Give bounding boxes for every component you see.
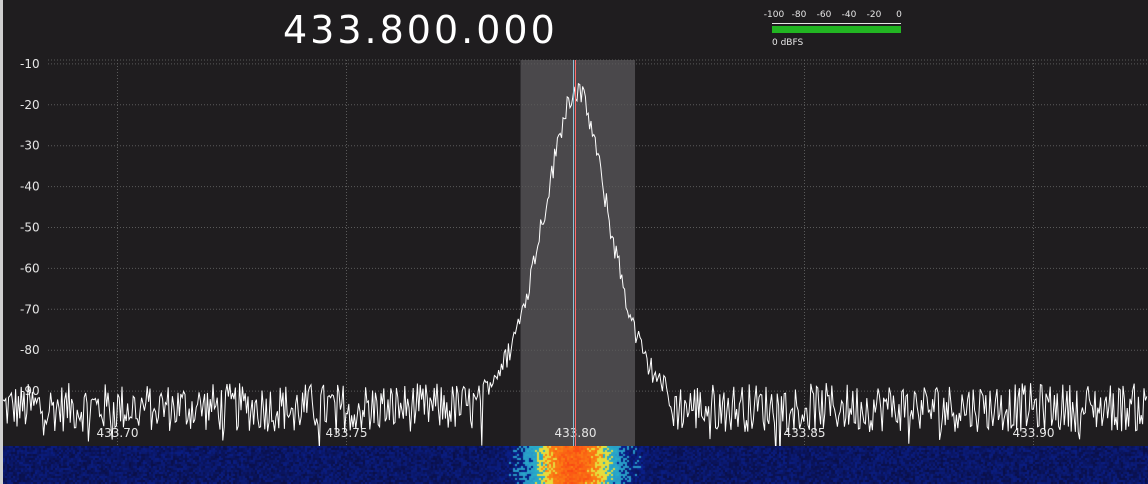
y-tick-label: -80 — [20, 343, 40, 357]
y-tick-label: -20 — [20, 98, 40, 112]
y-tick-label: -50 — [20, 221, 40, 235]
x-tick-label: 433.70 — [97, 426, 139, 440]
x-tick-label: 433.90 — [1013, 426, 1055, 440]
passband-filter-region — [520, 60, 636, 446]
y-tick-label: -30 — [20, 139, 40, 153]
y-tick-label: -70 — [20, 302, 40, 316]
spectrum-plot[interactable]: -10-20-30-40-50-60-70-80-90433.70 433.75 4… — [0, 0, 1148, 446]
y-tick-label: -10 — [20, 57, 40, 71]
x-tick-label: 433.85 — [784, 426, 826, 440]
y-tick-label: -40 — [20, 180, 40, 194]
waterfall-display[interactable] — [3, 446, 1148, 484]
y-tick-label: -60 — [20, 261, 40, 275]
sdr-receiver-window: 433.800.000 -100 -80 -60 -40 -20 0 0 dBF… — [0, 0, 1148, 484]
